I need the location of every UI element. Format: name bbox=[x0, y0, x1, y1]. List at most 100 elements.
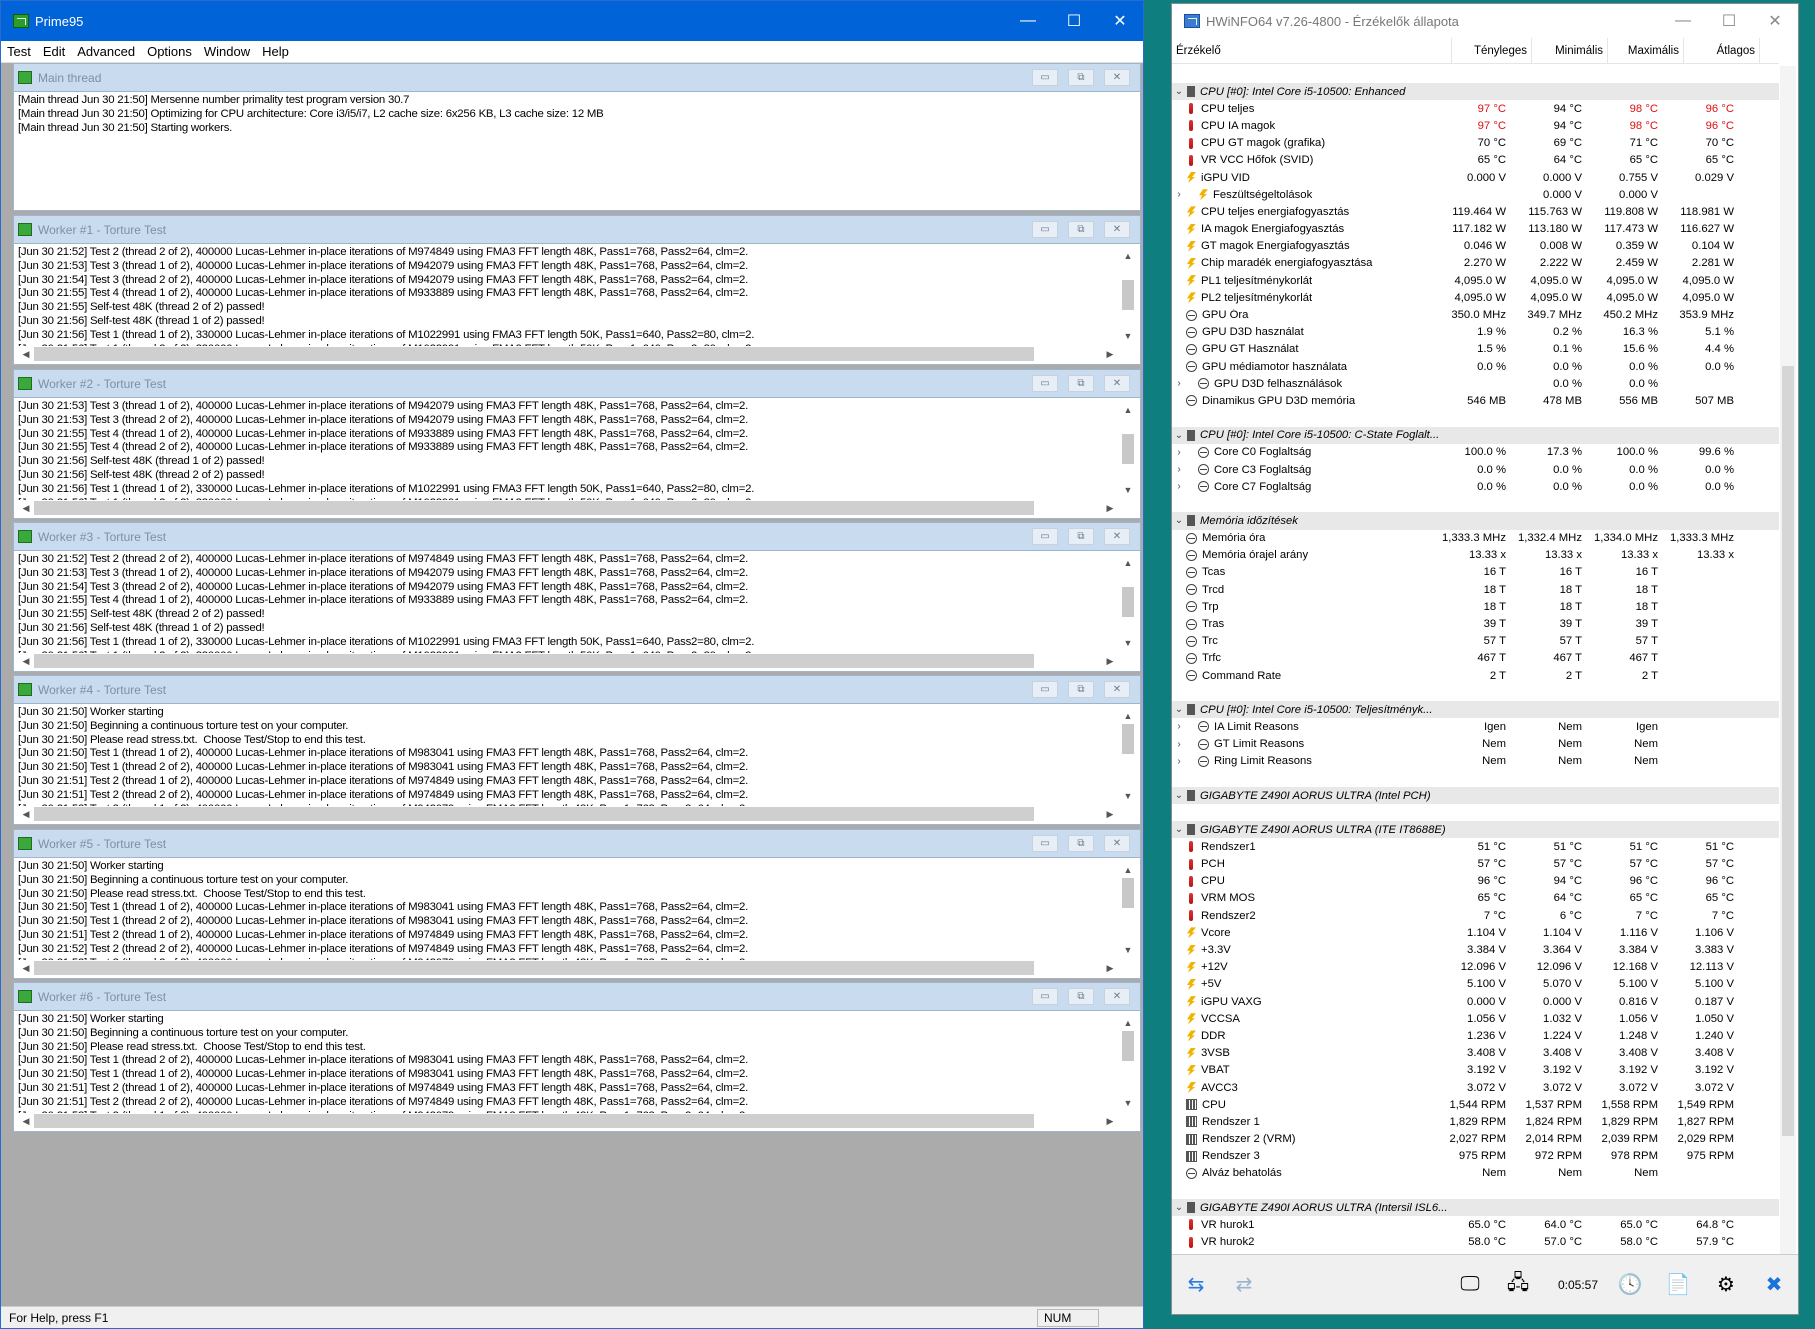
child-restore-button[interactable]: ⧉ bbox=[1068, 375, 1094, 392]
scrollbar-thumb[interactable] bbox=[34, 807, 1034, 821]
sensor-row[interactable]: +3.3V 3.384 V 3.364 V 3.384 V 3.383 V bbox=[1172, 941, 1779, 958]
sensor-row[interactable]: › Ring Limit Reasons Nem Nem Nem bbox=[1172, 753, 1779, 770]
settings-gear-icon[interactable]: ⚙ bbox=[1706, 1265, 1746, 1305]
scroll-down-icon[interactable]: ▼ bbox=[1120, 482, 1136, 498]
scrollbar-thumb[interactable] bbox=[1782, 366, 1794, 1136]
collapse-chevron-icon[interactable]: ⌄ bbox=[1172, 86, 1186, 97]
menu-window[interactable]: Window bbox=[198, 44, 256, 59]
child-close-button[interactable]: ✕ bbox=[1104, 69, 1130, 86]
log-area[interactable]: [Jun 30 21:52] Test 2 (thread 2 of 2), 4… bbox=[14, 551, 1140, 671]
expand-chevron-icon[interactable]: › bbox=[1172, 481, 1186, 492]
sensor-row[interactable]: CPU 96 °C 94 °C 96 °C 96 °C bbox=[1172, 873, 1779, 890]
sensor-group-header[interactable]: ⌄ Memória időzítések bbox=[1172, 512, 1779, 530]
scroll-left-icon[interactable]: ◀ bbox=[18, 809, 34, 820]
sensor-row[interactable]: iGPU VAXG 0.000 V 0.000 V 0.816 V 0.187 V bbox=[1172, 993, 1779, 1010]
sensor-row[interactable]: 3VSB 3.408 V 3.408 V 3.408 V 3.408 V bbox=[1172, 1045, 1779, 1062]
sensor-row[interactable]: Vcore 1.104 V 1.104 V 1.116 V 1.106 V bbox=[1172, 924, 1779, 941]
scroll-right-icon[interactable]: ▶ bbox=[1102, 656, 1118, 667]
child-minimize-button[interactable]: ▭ bbox=[1032, 835, 1058, 852]
sensor-row[interactable]: › Core C3 Foglaltság 0.0 % 0.0 % 0.0 % 0.0 % bbox=[1172, 461, 1779, 478]
sensor-row[interactable]: Trp 18 T 18 T 18 T bbox=[1172, 598, 1779, 615]
child-close-button[interactable]: ✕ bbox=[1104, 221, 1130, 238]
sensor-row[interactable]: VBAT 3.192 V 3.192 V 3.192 V 3.192 V bbox=[1172, 1062, 1779, 1079]
collapse-chevron-icon[interactable]: ⌄ bbox=[1172, 1202, 1186, 1213]
sensor-row[interactable]: › Core C7 Foglaltság 0.0 % 0.0 % 0.0 % 0.0 % bbox=[1172, 478, 1779, 495]
scrollbar-thumb[interactable] bbox=[1122, 280, 1134, 310]
sensor-row[interactable]: VR VCC Hőfok (SVID) 65 °C 64 °C 65 °C 65 °C bbox=[1172, 152, 1779, 169]
child-minimize-button[interactable]: ▭ bbox=[1032, 988, 1058, 1005]
sensor-row[interactable]: Dinamikus GPU D3D memória 546 MB 478 MB 556… bbox=[1172, 392, 1779, 409]
sensor-row[interactable]: AVCC3 3.072 V 3.072 V 3.072 V 3.072 V bbox=[1172, 1079, 1779, 1096]
child-restore-button[interactable]: ⧉ bbox=[1068, 221, 1094, 238]
expand-chevron-icon[interactable]: › bbox=[1172, 756, 1186, 767]
child-minimize-button[interactable]: ▭ bbox=[1032, 221, 1058, 238]
scrollbar-thumb[interactable] bbox=[1122, 1031, 1134, 1061]
sensor-row[interactable]: Rendszer 3 975 RPM 972 RPM 978 RPM 975 RPM bbox=[1172, 1148, 1779, 1165]
sensor-row[interactable]: VCCSA 1.056 V 1.032 V 1.056 V 1.050 V bbox=[1172, 1010, 1779, 1027]
sensor-row[interactable]: › GT Limit Reasons Nem Nem Nem bbox=[1172, 736, 1779, 753]
child-minimize-button[interactable]: ▭ bbox=[1032, 69, 1058, 86]
prime95-titlebar[interactable]: Prime95 — ☐ ✕ bbox=[1, 1, 1143, 41]
sensor-row[interactable]: Rendszer 1 1,829 RPM 1,824 RPM 1,829 RPM 1,8… bbox=[1172, 1113, 1779, 1130]
scroll-right-icon[interactable]: ▶ bbox=[1102, 809, 1118, 820]
navigate-arrows-icon[interactable]: ⇄ bbox=[1224, 1265, 1264, 1305]
sensor-row[interactable]: +12V 12.096 V 12.096 V 12.168 V 12.113 V bbox=[1172, 959, 1779, 976]
expand-chevron-icon[interactable]: › bbox=[1172, 464, 1186, 475]
sensor-row[interactable]: Alváz behatolás Nem Nem Nem bbox=[1172, 1165, 1779, 1182]
collapse-chevron-icon[interactable]: ⌄ bbox=[1172, 824, 1186, 835]
child-close-button[interactable]: ✕ bbox=[1104, 375, 1130, 392]
scroll-down-icon[interactable]: ▼ bbox=[1120, 788, 1136, 804]
sensor-group-header[interactable]: ⌄ CPU [#0]: Intel Core i5-10500: C-State … bbox=[1172, 426, 1779, 444]
log-area[interactable]: [Main thread Jun 30 21:50] Mersenne numb… bbox=[14, 92, 1140, 210]
log-horizontal-scrollbar[interactable]: ◀ ▶ bbox=[18, 346, 1118, 362]
expand-chevron-icon[interactable]: › bbox=[1172, 721, 1186, 732]
scrollbar-thumb[interactable] bbox=[34, 501, 1034, 515]
sensor-row[interactable]: GPU GT Használat 1.5 % 0.1 % 15.6 % 4.4 % bbox=[1172, 341, 1779, 358]
child-minimize-button[interactable]: ▭ bbox=[1032, 528, 1058, 545]
scrollbar-thumb[interactable] bbox=[34, 961, 1034, 975]
scroll-up-icon[interactable]: ▲ bbox=[1120, 248, 1136, 264]
child-titlebar[interactable]: Main thread ▭ ⧉ ✕ bbox=[14, 64, 1140, 92]
child-close-button[interactable]: ✕ bbox=[1104, 681, 1130, 698]
scroll-down-icon[interactable]: ▼ bbox=[1120, 942, 1136, 958]
sensor-row[interactable]: Command Rate 2 T 2 T 2 T bbox=[1172, 667, 1779, 684]
log-horizontal-scrollbar[interactable]: ◀ ▶ bbox=[18, 500, 1118, 516]
child-titlebar[interactable]: Worker #1 - Torture Test ▭ ⧉ ✕ bbox=[14, 216, 1140, 244]
log-file-icon[interactable]: 📄 bbox=[1658, 1265, 1698, 1305]
expand-chevron-icon[interactable]: › bbox=[1172, 739, 1186, 750]
sensor-row[interactable]: › Core C0 Foglaltság 100.0 % 17.3 % 100.0 % 9… bbox=[1172, 444, 1779, 461]
collapse-chevron-icon[interactable]: ⌄ bbox=[1172, 704, 1186, 715]
scroll-up-icon[interactable]: ▲ bbox=[1120, 862, 1136, 878]
child-titlebar[interactable]: Worker #3 - Torture Test ▭ ⧉ ✕ bbox=[14, 523, 1140, 551]
log-area[interactable]: [Jun 30 21:53] Test 3 (thread 1 of 2), 4… bbox=[14, 398, 1140, 518]
scrollbar-thumb[interactable] bbox=[1122, 878, 1134, 908]
log-vertical-scrollbar[interactable]: ▲ ▼ bbox=[1120, 402, 1136, 498]
child-restore-button[interactable]: ⧉ bbox=[1068, 681, 1094, 698]
sensor-group-header[interactable]: ⌄ CPU [#0]: Intel Core i5-10500: Teljesít… bbox=[1172, 701, 1779, 719]
column-header-sensor[interactable]: Érzékelő bbox=[1172, 37, 1452, 64]
scroll-right-icon[interactable]: ▶ bbox=[1102, 349, 1118, 360]
child-minimize-button[interactable]: ▭ bbox=[1032, 375, 1058, 392]
child-restore-button[interactable]: ⧉ bbox=[1068, 528, 1094, 545]
menu-help[interactable]: Help bbox=[256, 44, 295, 59]
hwinfo-titlebar[interactable]: HWiNFO64 v7.26-4800 - Érzékelők állapota… bbox=[1172, 4, 1798, 38]
child-close-button[interactable]: ✕ bbox=[1104, 528, 1130, 545]
child-restore-button[interactable]: ⧉ bbox=[1068, 835, 1094, 852]
clock-icon[interactable]: 🕓 bbox=[1610, 1265, 1650, 1305]
network-icon[interactable]: 🖧 bbox=[1498, 1265, 1538, 1305]
expand-chevron-icon[interactable]: › bbox=[1172, 447, 1186, 458]
sensor-row[interactable]: › Feszültségeltolások 0.000 V 0.000 V bbox=[1172, 186, 1779, 203]
child-titlebar[interactable]: Worker #6 - Torture Test ▭ ⧉ ✕ bbox=[14, 983, 1140, 1011]
column-header-average[interactable]: Átlagos bbox=[1684, 37, 1760, 64]
sensor-row[interactable]: Tras 39 T 39 T 39 T bbox=[1172, 615, 1779, 632]
log-area[interactable]: [Jun 30 21:50] Worker starting [Jun 30 21… bbox=[14, 704, 1140, 824]
log-area[interactable]: [Jun 30 21:52] Test 2 (thread 2 of 2), 4… bbox=[14, 244, 1140, 364]
scroll-right-icon[interactable]: ▶ bbox=[1102, 1116, 1118, 1127]
log-area[interactable]: [Jun 30 21:50] Worker starting [Jun 30 21… bbox=[14, 1011, 1140, 1131]
hwinfo-maximize-button[interactable]: ☐ bbox=[1706, 4, 1752, 38]
scroll-down-icon[interactable]: ▼ bbox=[1120, 635, 1136, 651]
log-horizontal-scrollbar[interactable]: ◀ ▶ bbox=[18, 1113, 1118, 1129]
sensor-row[interactable]: CPU 1,544 RPM 1,537 RPM 1,558 RPM 1,549 RPM bbox=[1172, 1096, 1779, 1113]
scrollbar-thumb[interactable] bbox=[34, 347, 1034, 361]
sensor-row[interactable]: iGPU VID 0.000 V 0.000 V 0.755 V 0.029 V bbox=[1172, 169, 1779, 186]
